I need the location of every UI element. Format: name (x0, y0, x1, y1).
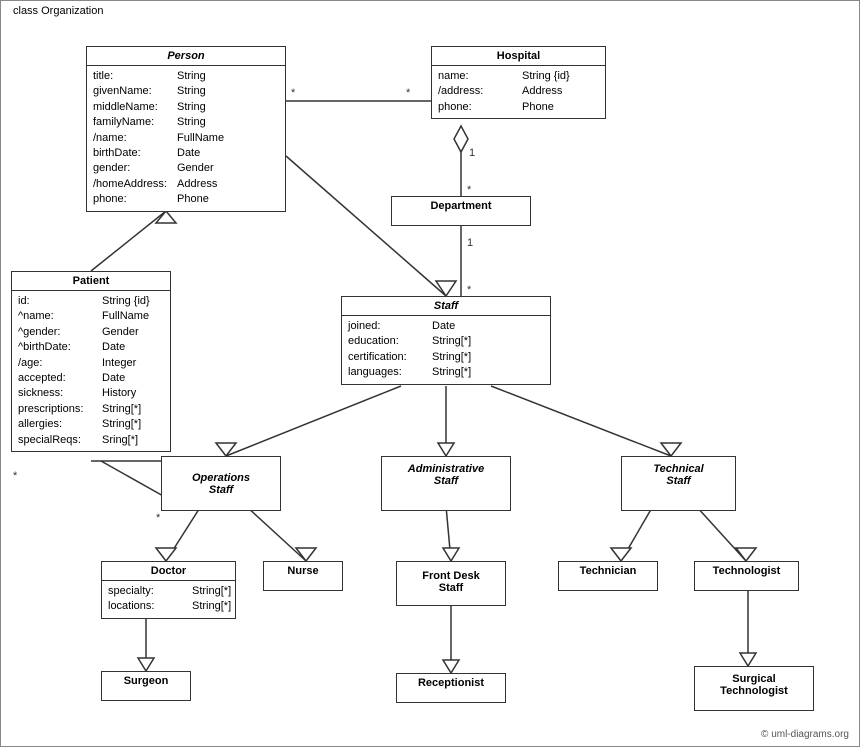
svg-text:*: * (467, 284, 472, 296)
surgical-technologist-class: SurgicalTechnologist (694, 666, 814, 711)
technician-title: Technician (559, 562, 657, 580)
technologist-class: Technologist (694, 561, 799, 591)
diagram-container: class Organization 1 * 1 * * * (0, 0, 860, 747)
staff-title: Staff (342, 297, 550, 316)
patient-title: Patient (12, 272, 170, 291)
hospital-class: Hospital name:String {id} /address:Addre… (431, 46, 606, 119)
hospital-body: name:String {id} /address:Address phone:… (432, 66, 605, 118)
surgical-technologist-title: SurgicalTechnologist (695, 667, 813, 703)
receptionist-title: Receptionist (397, 674, 505, 692)
person-body: title:String givenName:String middleName… (87, 66, 285, 211)
staff-class: Staff joined:Date education:String[*] ce… (341, 296, 551, 385)
svg-text:*: * (467, 184, 472, 196)
person-class: Person title:String givenName:String mid… (86, 46, 286, 212)
technical-staff-title: TechnicalStaff (622, 457, 735, 493)
svg-text:1: 1 (467, 237, 473, 249)
patient-class: Patient id:String {id} ^name:FullName ^g… (11, 271, 171, 452)
person-title: Person (87, 47, 285, 66)
patient-body: id:String {id} ^name:FullName ^gender:Ge… (12, 291, 170, 451)
administrative-staff-title: AdministrativeStaff (382, 457, 510, 493)
svg-text:*: * (291, 87, 296, 99)
technologist-title: Technologist (695, 562, 798, 580)
surgeon-title: Surgeon (102, 672, 190, 690)
nurse-class: Nurse (263, 561, 343, 591)
diagram-title: class Organization (9, 5, 108, 17)
front-desk-staff-title: Front DeskStaff (397, 562, 505, 602)
technician-class: Technician (558, 561, 658, 591)
hospital-title: Hospital (432, 47, 605, 66)
department-class: Department (391, 196, 531, 226)
doctor-body: specialty:String[*] locations:String[*] (102, 581, 235, 618)
operations-staff-class: OperationsStaff (161, 456, 281, 511)
svg-text:*: * (13, 470, 18, 482)
doctor-title: Doctor (102, 562, 235, 581)
staff-body: joined:Date education:String[*] certific… (342, 316, 550, 384)
svg-text:*: * (156, 512, 161, 524)
operations-staff-title: OperationsStaff (162, 466, 280, 502)
svg-text:1: 1 (469, 147, 475, 159)
surgeon-class: Surgeon (101, 671, 191, 701)
technical-staff-class: TechnicalStaff (621, 456, 736, 511)
svg-text:*: * (406, 87, 411, 99)
doctor-class: Doctor specialty:String[*] locations:Str… (101, 561, 236, 619)
copyright: © uml-diagrams.org (761, 729, 849, 740)
receptionist-class: Receptionist (396, 673, 506, 703)
administrative-staff-class: AdministrativeStaff (381, 456, 511, 511)
nurse-title: Nurse (264, 562, 342, 580)
department-title: Department (392, 197, 530, 215)
front-desk-staff-class: Front DeskStaff (396, 561, 506, 606)
